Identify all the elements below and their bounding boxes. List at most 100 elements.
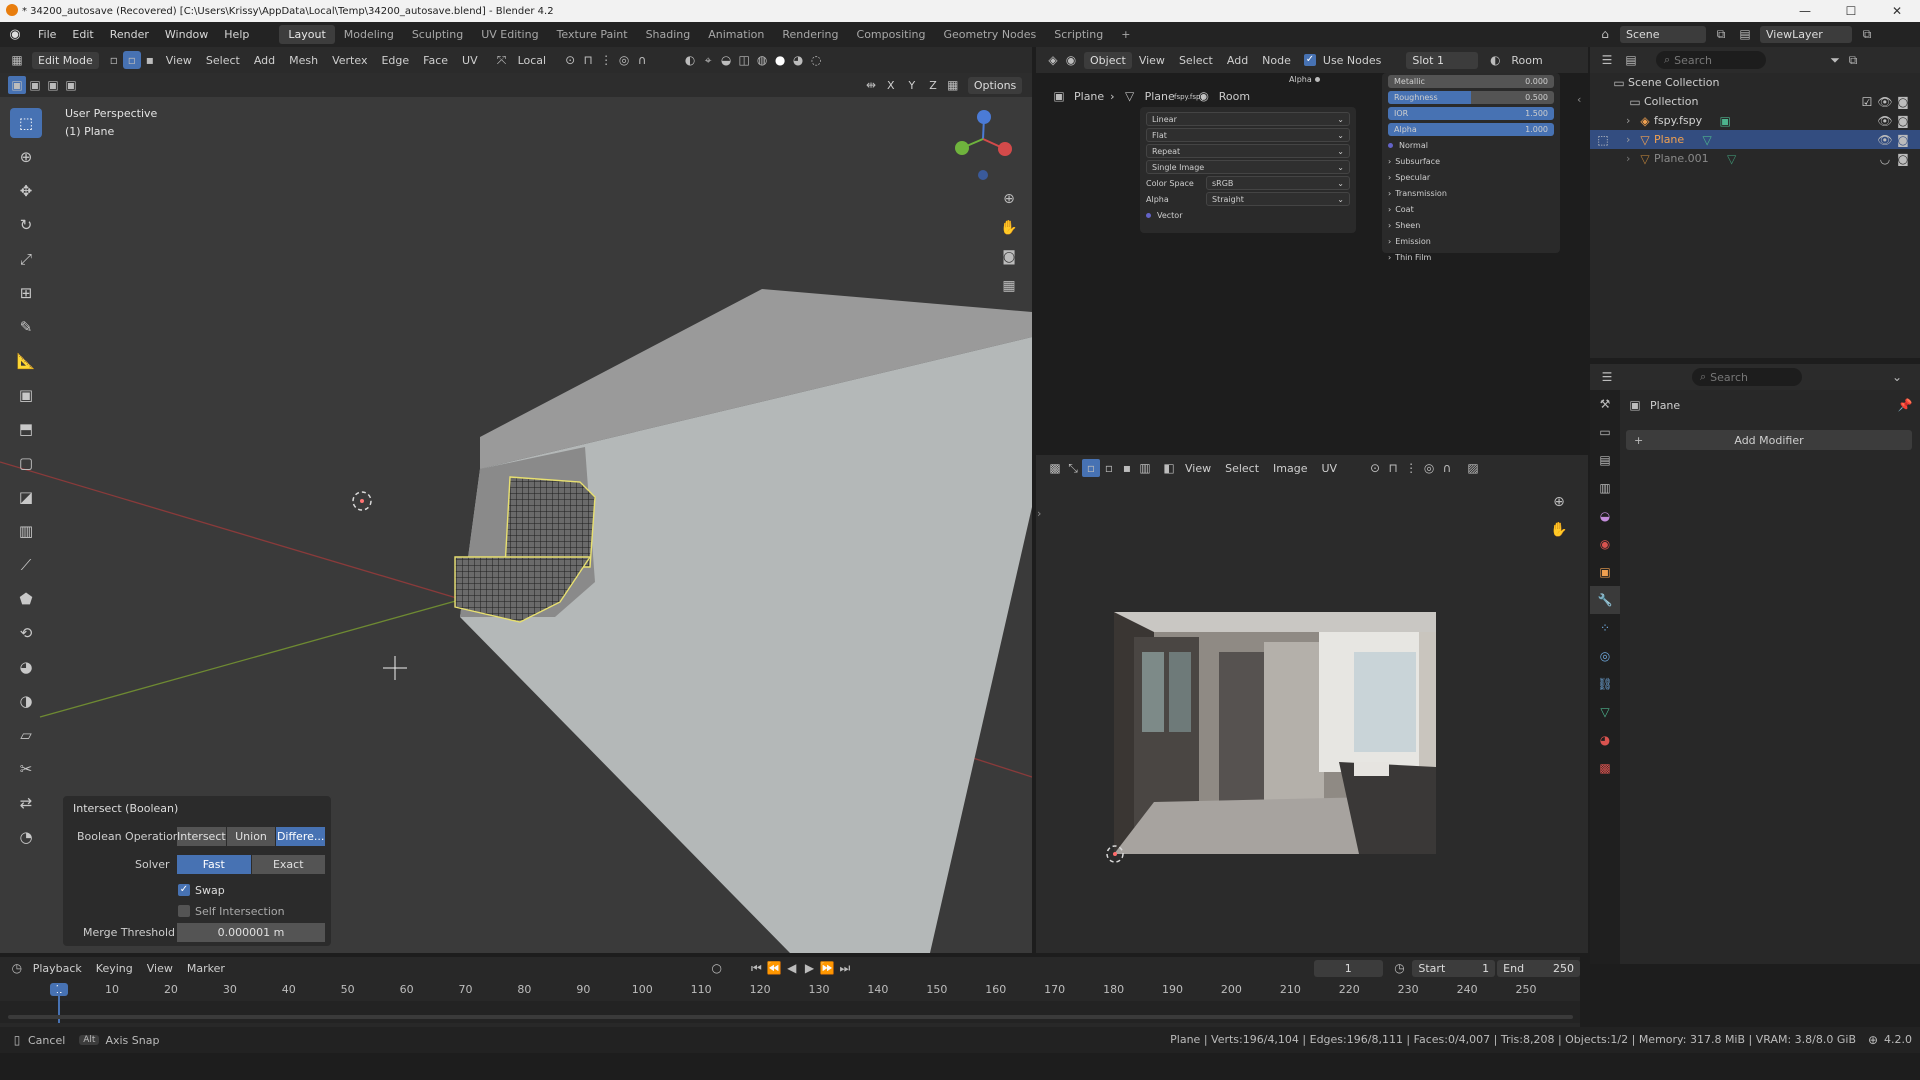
outliner-row-plane-001[interactable]: › ▽ Plane.001 ▽ ◡ ◙ xyxy=(1590,149,1920,168)
jump-start-icon[interactable]: ⏮ xyxy=(748,959,766,977)
close-window-icon[interactable]: ✕ xyxy=(1874,0,1920,22)
uv-snap-icon[interactable]: ⊓ xyxy=(1384,459,1402,477)
workspace-tab-animation[interactable]: Animation xyxy=(699,25,773,44)
operator-panel-title[interactable]: Intersect (Boolean) xyxy=(73,802,178,815)
menu-help[interactable]: Help xyxy=(216,28,257,41)
pin-icon[interactable]: 📌 xyxy=(1896,396,1914,414)
menu-file[interactable]: File xyxy=(30,28,64,41)
transform-tool-icon[interactable]: ⊞ xyxy=(10,278,42,308)
modifier-tab-icon[interactable]: 🔧 xyxy=(1590,586,1620,614)
frame-end-field[interactable]: End 250 xyxy=(1497,959,1580,977)
timeline-menu-keying[interactable]: Keying xyxy=(89,962,140,975)
menu-window[interactable]: Window xyxy=(157,28,216,41)
edge-slide-tool-icon[interactable]: ⇄ xyxy=(10,788,42,818)
edit-mode-indicator-icon[interactable]: ⬚ xyxy=(1594,131,1612,149)
image-editor-type-icon[interactable]: ▩ xyxy=(1046,459,1064,477)
properties-options-icon[interactable]: ⌄ xyxy=(1888,368,1906,386)
alpha-mode-dropdown[interactable]: Straight ⌄ xyxy=(1206,192,1350,206)
uv-vertex-select-icon[interactable]: ▫ xyxy=(1082,459,1100,477)
auto-keying-icon[interactable]: ○ xyxy=(708,959,726,977)
projection-dropdown[interactable]: Flat ⌄ xyxy=(1146,128,1350,142)
shrink-fatten-tool-icon[interactable]: ◑ xyxy=(10,686,42,716)
gizmo-neg-z-axis[interactable] xyxy=(978,170,988,180)
view-layer-icon[interactable]: ▤ xyxy=(1736,25,1754,43)
properties-type-icon[interactable]: ☰ xyxy=(1598,368,1616,386)
smooth-tool-icon[interactable]: ◕ xyxy=(10,652,42,682)
ortho-toggle-icon[interactable]: ▦ xyxy=(1000,277,1018,295)
interpolation-dropdown[interactable]: Linear ⌄ xyxy=(1146,112,1350,126)
timeline-menu-marker[interactable]: Marker xyxy=(180,962,232,975)
viewport-menu-select[interactable]: Select xyxy=(199,54,247,67)
boolean-union-button[interactable]: Union xyxy=(226,827,276,846)
display-mode-icon[interactable]: ▤ xyxy=(1622,51,1640,69)
select-subtract-icon[interactable]: ▣ xyxy=(44,76,62,94)
boolean-intersect-button[interactable]: Intersect xyxy=(177,827,226,846)
tool-tab-icon[interactable]: ⚒ xyxy=(1590,390,1620,418)
material-browse-icon[interactable]: ◐ xyxy=(1486,51,1504,69)
alpha-field[interactable]: Alpha 1.000 xyxy=(1388,122,1554,136)
uv-proportional-icon[interactable]: ◎ xyxy=(1420,459,1438,477)
workspace-tab-rendering[interactable]: Rendering xyxy=(773,25,847,44)
solid-shading-icon[interactable]: ● xyxy=(771,51,789,69)
image-menu-view[interactable]: View xyxy=(1178,462,1218,475)
node-menu-node[interactable]: Node xyxy=(1255,54,1298,67)
frame-start-field[interactable]: Start 1 xyxy=(1412,959,1496,977)
scene-tab-icon[interactable]: ◒ xyxy=(1590,502,1620,530)
add-cube-tool-icon[interactable]: ▣ xyxy=(10,380,42,410)
new-scene-icon[interactable]: ⧉ xyxy=(1712,25,1730,43)
cursor-tool-icon[interactable]: ⊕ xyxy=(10,142,42,172)
move-tool-icon[interactable]: ✥ xyxy=(10,176,42,206)
play-icon[interactable]: ▶ xyxy=(801,959,819,977)
wireframe-shading-icon[interactable]: ◍ xyxy=(753,51,771,69)
roughness-field[interactable]: Roughness 0.500 xyxy=(1388,90,1554,104)
ior-field[interactable]: IOR 1.500 xyxy=(1388,106,1554,120)
workspace-tab-compositing[interactable]: Compositing xyxy=(848,25,935,44)
properties-search-input[interactable]: Search xyxy=(1710,371,1748,384)
jump-end-icon[interactable]: ⏭ xyxy=(836,959,854,977)
workspace-tab-uv-editing[interactable]: UV Editing xyxy=(472,25,547,44)
rip-tool-icon[interactable]: ✂ xyxy=(10,754,42,784)
rendered-shading-icon[interactable]: ◌ xyxy=(807,51,825,69)
image-toolbar-toggle-icon[interactable]: › xyxy=(1037,507,1041,520)
scale-tool-icon[interactable]: ⤢ xyxy=(10,244,42,274)
annotate-tool-icon[interactable]: ✎ xyxy=(10,312,42,342)
source-dropdown[interactable]: Single Image ⌄ xyxy=(1146,160,1350,174)
editor-type-icon[interactable]: ▦ xyxy=(8,51,26,69)
output-tab-icon[interactable]: ▤ xyxy=(1590,446,1620,474)
solver-exact-button[interactable]: Exact xyxy=(251,855,325,874)
poly-build-tool-icon[interactable]: ⬟ xyxy=(10,584,42,614)
knife-tool-icon[interactable]: ⟋ xyxy=(10,550,42,580)
axis-y-toggle[interactable]: Y xyxy=(902,79,923,92)
select-invert-icon[interactable]: ▣ xyxy=(62,76,80,94)
timeline-track-area[interactable] xyxy=(0,983,1580,1023)
image-menu-uv[interactable]: UV xyxy=(1315,462,1345,475)
snap-icon[interactable]: ⊓ xyxy=(579,51,597,69)
outliner-search-input[interactable]: Search xyxy=(1674,54,1712,67)
orientation-selector[interactable]: Local xyxy=(511,54,554,67)
rotate-tool-icon[interactable]: ↻ xyxy=(10,210,42,240)
shader-type-icon[interactable]: ◉ xyxy=(1062,51,1080,69)
collection-exclude-checkbox-icon[interactable]: ☑ xyxy=(1858,93,1876,111)
viewport-menu-face[interactable]: Face xyxy=(416,54,455,67)
timeline-menu-view[interactable]: View xyxy=(140,962,180,975)
menu-render[interactable]: Render xyxy=(102,28,157,41)
uv-sticky-icon[interactable]: ◧ xyxy=(1160,459,1178,477)
outliner-row-fspy[interactable]: › ◈ fspy.fspy ▣ 👁 ◙ xyxy=(1590,111,1920,130)
uv-snap-target-icon[interactable]: ⋮ xyxy=(1402,459,1420,477)
plane-001-render-camera-icon[interactable]: ◙ xyxy=(1894,150,1912,168)
add-workspace-icon[interactable]: + xyxy=(1112,25,1139,44)
outliner-row-scene-collection[interactable]: ▭ Scene Collection xyxy=(1590,73,1920,92)
workspace-tab-shading[interactable]: Shading xyxy=(637,25,700,44)
collection-render-camera-icon[interactable]: ◙ xyxy=(1894,93,1912,111)
add-modifier-button[interactable]: + Add Modifier xyxy=(1626,430,1912,450)
pan-view-icon[interactable]: ✋ xyxy=(1000,219,1018,237)
uv-edge-select-icon[interactable]: ▫ xyxy=(1100,459,1118,477)
merge-threshold-field[interactable]: 0.000001 m xyxy=(177,923,325,942)
timeline-type-icon[interactable]: ◷ xyxy=(8,959,26,977)
image-pan-icon[interactable]: ✋ xyxy=(1550,521,1568,539)
data-tab-icon[interactable]: ▽ xyxy=(1590,698,1620,726)
bevel-tool-icon[interactable]: ◪ xyxy=(10,482,42,512)
uv-sync-icon[interactable]: ▦ xyxy=(944,76,962,94)
viewport-menu-mesh[interactable]: Mesh xyxy=(282,54,325,67)
uv-island-select-icon[interactable]: ▥ xyxy=(1136,459,1154,477)
